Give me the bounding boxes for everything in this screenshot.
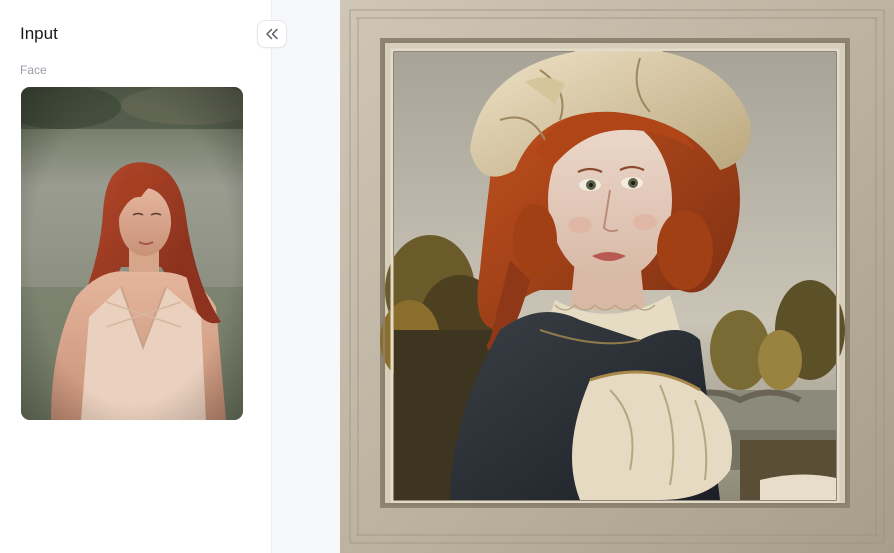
panel-title: Input — [20, 24, 58, 43]
result-image[interactable] — [340, 0, 894, 553]
face-label: Face — [20, 63, 47, 77]
collapse-panel-button[interactable] — [257, 20, 287, 48]
face-image[interactable] — [21, 87, 243, 420]
framed-portrait-graphic — [340, 0, 894, 553]
double-chevron-left-icon — [266, 28, 278, 40]
result-canvas — [273, 0, 894, 553]
face-photo-graphic — [21, 87, 243, 420]
input-panel: Input Face — [0, 0, 272, 553]
